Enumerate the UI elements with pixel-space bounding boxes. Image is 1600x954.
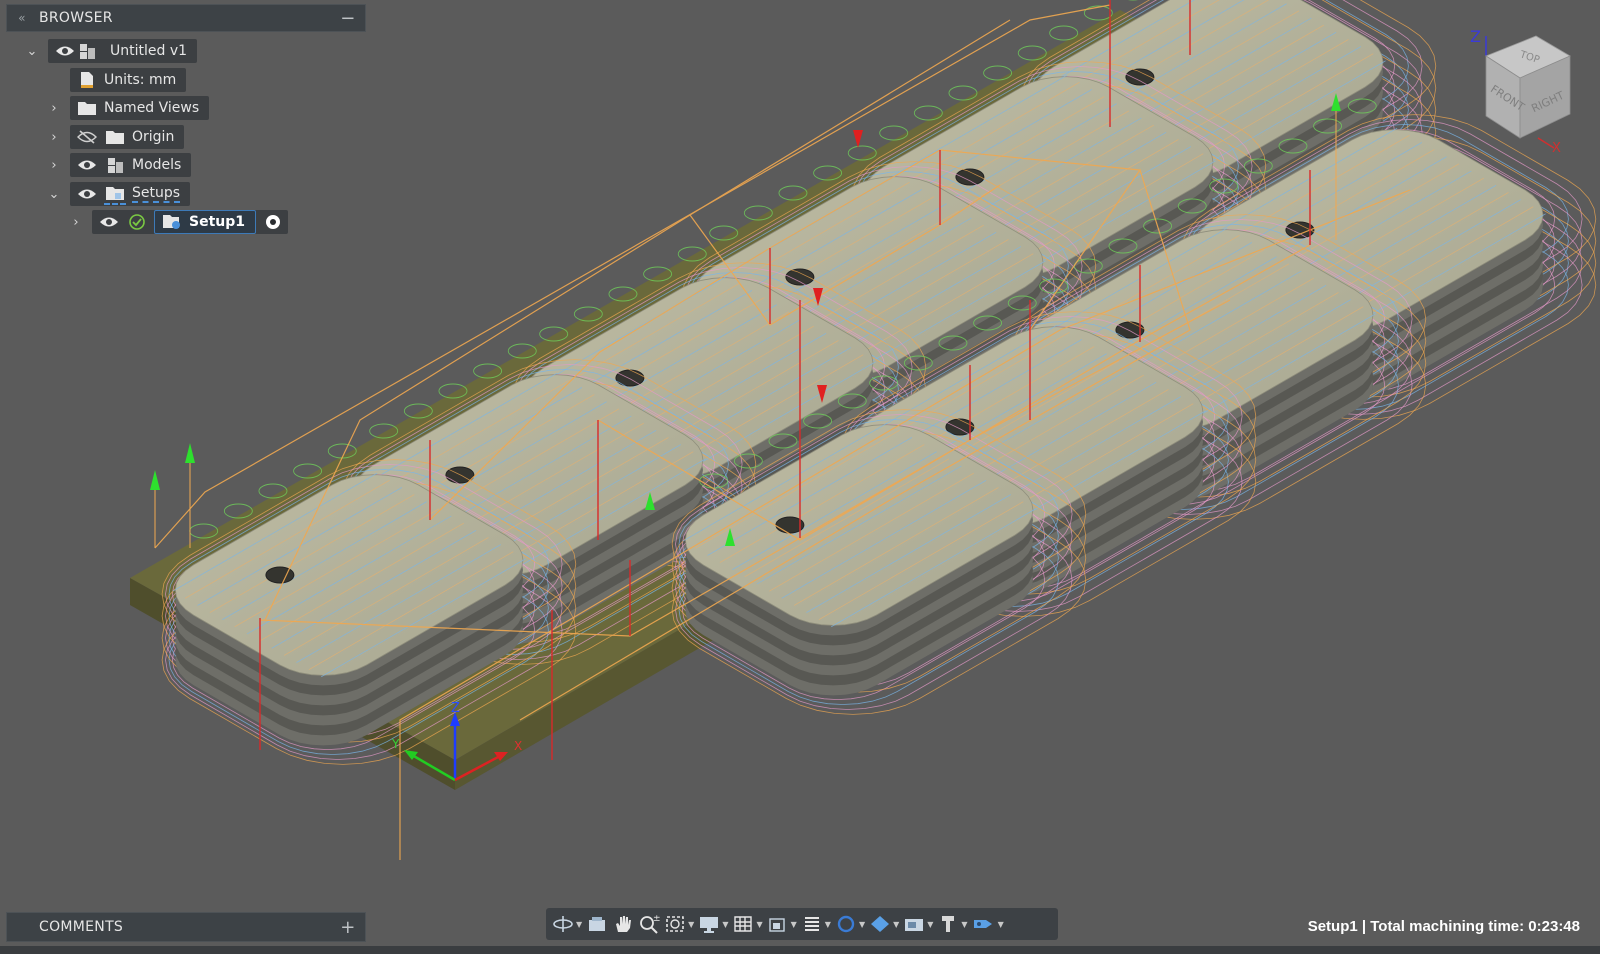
view-cube-z-axis-label: Z: [1470, 27, 1481, 46]
grid-icon[interactable]: ▼: [732, 910, 763, 938]
add-comment-button[interactable]: +: [331, 917, 365, 938]
tree-node-units[interactable]: Units: mm: [70, 68, 187, 92]
tree-label-setup1: Setup1: [189, 214, 245, 230]
pan-hand-icon[interactable]: [612, 910, 634, 938]
tree-row-root: ⌄ Untitled v1: [24, 39, 198, 63]
tree-node-setups[interactable]: Setups: [70, 182, 191, 206]
tree-node-setup1[interactable]: Setup1: [154, 210, 256, 234]
folder-icon: [76, 98, 98, 118]
tree-node-setup1-controls: Setup1: [92, 210, 288, 234]
eye-hidden-icon[interactable]: [76, 127, 98, 147]
eye-icon[interactable]: [54, 41, 76, 61]
triad-z-label: Z: [451, 701, 460, 716]
camera-icon[interactable]: ▼: [903, 910, 933, 938]
canvas-viewport[interactable]: Z Y X: [0, 0, 1600, 954]
chevron-down-icon[interactable]: ⌄: [24, 44, 40, 59]
stock-icon[interactable]: ▼: [869, 910, 899, 938]
triad-x-label: X: [514, 739, 522, 753]
folder-icon: [104, 127, 126, 147]
minimize-browser-button[interactable]: −: [331, 8, 365, 29]
tree-node-untitled[interactable]: Untitled v1: [48, 39, 198, 63]
chevron-down-icon[interactable]: ⌄: [46, 187, 62, 202]
view-cube-x-axis-label: X: [1552, 141, 1561, 156]
tree-node-origin[interactable]: Origin: [70, 125, 185, 149]
view-cube[interactable]: TOP FRONT RIGHT Z X: [1462, 26, 1582, 156]
part-islands: [161, 0, 1597, 765]
tree-label-units: Units: mm: [104, 72, 177, 88]
simulation-icon[interactable]: ▼: [835, 910, 865, 938]
zoom-icon[interactable]: ±: [638, 910, 660, 938]
eye-icon[interactable]: [76, 184, 98, 204]
eye-icon[interactable]: [76, 155, 98, 175]
setups-folder-icon: [104, 183, 126, 205]
tree-row-origin: › Origin: [46, 125, 185, 149]
comments-panel-header: COMMENTS +: [6, 912, 366, 942]
document-icon: [76, 70, 98, 90]
tree-row-named-views: › Named Views: [46, 96, 210, 120]
tree-row-setups: ⌄ Setups: [46, 182, 191, 206]
tree-label-origin: Origin: [132, 129, 175, 145]
browser-title: BROWSER: [39, 10, 113, 26]
chevron-right-icon[interactable]: ›: [46, 101, 62, 116]
setup-icon: [161, 212, 183, 232]
look-at-icon[interactable]: [586, 910, 608, 938]
chevron-right-icon[interactable]: ›: [46, 130, 62, 145]
tree-label-named-views: Named Views: [104, 100, 200, 116]
fit-icon[interactable]: ▼: [664, 910, 694, 938]
orbit-icon[interactable]: ▼: [552, 910, 582, 938]
activate-radio-icon[interactable]: [262, 212, 284, 232]
tree-node-models[interactable]: Models: [70, 153, 192, 177]
tool-icon[interactable]: ▼: [937, 910, 968, 938]
component-icon: [104, 155, 126, 175]
effects-icon[interactable]: ▼: [801, 910, 831, 938]
tree-label-setups: Setups: [132, 185, 181, 203]
triad-y-label: Y: [391, 737, 400, 751]
chevron-right-icon[interactable]: ›: [46, 158, 62, 173]
chevron-right-icon[interactable]: ›: [68, 215, 84, 230]
machining-time-status: Setup1 | Total machining time: 0:23:48: [1307, 918, 1580, 935]
tree-row-setup1: › Setup1: [68, 210, 288, 234]
navigation-toolbar: ▼ ± ▼ ▼ ▼ ▼ ▼ ▼ ▼ ▼ ▼ ▼: [546, 908, 1058, 940]
tree-row-models: › Models: [46, 153, 192, 177]
bottom-strip: [0, 946, 1600, 954]
comments-title: COMMENTS: [39, 919, 124, 935]
display-settings-icon[interactable]: ▼: [698, 910, 728, 938]
browser-panel-header: « BROWSER −: [6, 4, 366, 32]
eye-icon[interactable]: [98, 212, 120, 232]
tree-row-units: Units: mm: [70, 68, 187, 92]
machine-icon[interactable]: ▼: [972, 910, 1004, 938]
toolpath-scene: Z Y X: [130, 0, 1597, 860]
svg-text:±: ±: [653, 914, 660, 924]
component-icon: [76, 41, 98, 61]
viewports-icon[interactable]: ▼: [767, 910, 797, 938]
collapse-browser-button[interactable]: «: [7, 11, 37, 25]
tree-label-models: Models: [132, 157, 182, 173]
check-circle-icon: [126, 212, 148, 232]
tree-label-untitled: Untitled v1: [110, 43, 188, 59]
tree-node-named-views[interactable]: Named Views: [70, 96, 210, 120]
